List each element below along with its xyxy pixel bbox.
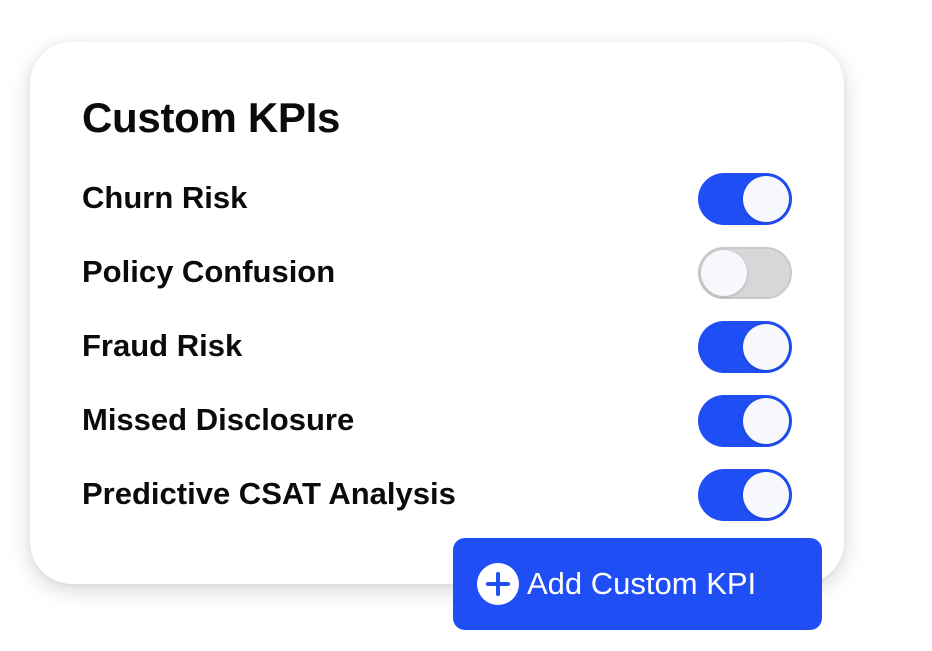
kpi-label: Churn Risk (82, 180, 248, 215)
kpi-label: Fraud Risk (82, 328, 243, 363)
stage: Custom KPIs Churn Risk Policy Confusion … (0, 0, 932, 651)
kpi-label: Policy Confusion (82, 254, 336, 289)
kpi-toggle-missed-disclosure[interactable] (698, 395, 792, 447)
toggle-knob (743, 472, 789, 518)
kpi-toggle-fraud-risk[interactable] (698, 321, 792, 373)
card-title: Custom KPIs (82, 94, 341, 141)
kpi-row-policy-confusion: Policy Confusion (82, 246, 792, 320)
custom-kpis-card: Custom KPIs Churn Risk Policy Confusion … (30, 42, 844, 584)
toggle-knob (701, 250, 747, 296)
toggle-knob (743, 324, 789, 370)
toggle-knob (743, 176, 789, 222)
kpi-toggle-policy-confusion[interactable] (698, 247, 792, 299)
kpi-toggle-predictive-csat-analysis[interactable] (698, 469, 792, 521)
kpi-label: Missed Disclosure (82, 402, 355, 437)
kpi-row-predictive-csat-analysis: Predictive CSAT Analysis (82, 468, 792, 542)
kpi-row-missed-disclosure: Missed Disclosure (82, 394, 792, 468)
kpi-row-fraud-risk: Fraud Risk (82, 320, 792, 394)
plus-circle-icon (477, 563, 519, 605)
kpi-label: Predictive CSAT Analysis (82, 476, 456, 511)
kpi-toggle-churn-risk[interactable] (698, 173, 792, 225)
toggle-knob (743, 398, 789, 444)
add-custom-kpi-label: Add Custom KPI (527, 566, 757, 601)
add-custom-kpi-button[interactable]: Add Custom KPI (453, 538, 822, 630)
kpi-list: Churn Risk Policy Confusion Fraud Risk M… (82, 172, 792, 542)
kpi-row-churn-risk: Churn Risk (82, 172, 792, 246)
